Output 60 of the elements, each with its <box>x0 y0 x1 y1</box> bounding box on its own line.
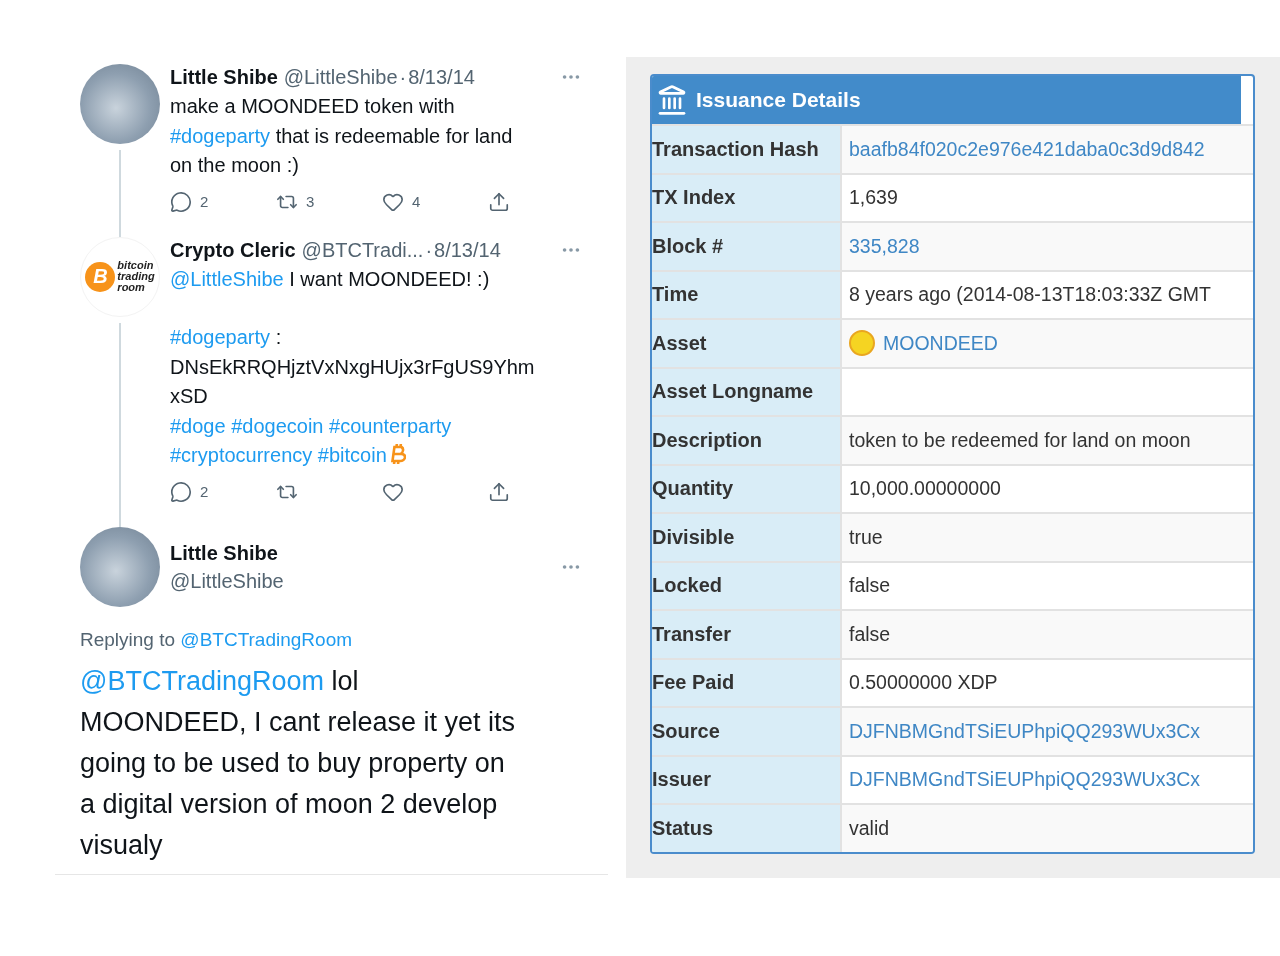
asset-link[interactable]: MOONDEED <box>883 331 998 355</box>
value-link[interactable]: DJFNBMGndTSiEUPhpiQQ293WUx3Cx <box>849 719 1201 743</box>
mention-link[interactable]: @BTCTradingRoom <box>180 628 353 650</box>
token-icon <box>849 330 875 357</box>
label-cell: Quantity <box>652 465 840 512</box>
author-handle[interactable]: @BTCTradi... <box>301 236 424 263</box>
label-cell: Divisible <box>652 514 840 561</box>
retweet-button[interactable]: 3 <box>276 190 382 213</box>
value-link[interactable]: baafb84f020c2e976e421daba0c3d9d842 <box>849 137 1205 161</box>
label-cell: Issuer <box>652 756 840 803</box>
hashtag-link[interactable]: #doge <box>170 414 226 437</box>
label-cell: Block # <box>652 223 840 270</box>
like-button[interactable]: 4 <box>382 190 488 213</box>
speech-bubble-icon <box>170 190 192 213</box>
reply-button[interactable]: 2 <box>170 190 276 213</box>
logo-text: bitcoin trading room <box>117 260 155 293</box>
card-title: Issuance Details <box>696 88 861 112</box>
upload-icon <box>488 480 510 503</box>
hashtag-link[interactable]: #dogeparty <box>170 326 271 348</box>
hashtag-link[interactable]: #dogecoin <box>231 414 324 437</box>
label-cell: Asset <box>652 320 840 367</box>
separator-dot: · <box>399 65 407 90</box>
label-cell: Transfer <box>652 611 840 658</box>
tweet-date[interactable]: 8/13/14 <box>408 64 475 90</box>
value-link[interactable]: DJFNBMGndTSiEUPhpiQQ293WUx3Cx <box>849 768 1201 792</box>
separator-dot: · <box>425 237 433 263</box>
hashtag-link[interactable]: #bitcoin <box>317 444 387 466</box>
label-cell: Status <box>652 805 840 852</box>
replying-to-text: Replying to @BTCTradingRoom <box>80 628 354 651</box>
label-cell: Source <box>652 708 840 755</box>
tweet-text: #dogeparty : DNsEkRRQHjztVxNxgHUjx3rFgUS9Yhm xSD #doge #dogecoin #counterparty #cryptocurrency #bitcoin <box>170 325 536 468</box>
value-cell: valid <box>840 805 1253 852</box>
author-handle[interactable]: @LittleShibe <box>283 64 398 90</box>
label-cell: Description <box>652 417 840 464</box>
tweet-text: @LittleShibe I want MOONDEED! :) <box>170 266 491 292</box>
reply-button[interactable]: 2 <box>170 480 276 503</box>
hashtag-link[interactable]: #cryptocurrency <box>170 444 313 466</box>
author-name[interactable]: Little Shibe <box>170 538 550 567</box>
speech-bubble-icon <box>170 480 192 503</box>
label-cell: TX Index <box>652 174 840 221</box>
hashtag-link[interactable]: #counterparty <box>329 414 452 437</box>
author-name[interactable]: Little Shibe <box>170 64 278 90</box>
tweet-text: @BTCTradingRoom lol MOONDEED, I cant release it yet its going to be used to buy property on a digital version of moon 2 develop visualy <box>80 664 517 862</box>
hashtag-link[interactable]: #dogeparty <box>170 124 271 147</box>
hashtag-link[interactable]: @BTCTradingRoom <box>80 665 324 696</box>
bank-icon <box>656 84 688 116</box>
upload-icon <box>488 190 510 213</box>
bitcoin-icon <box>389 443 406 465</box>
tweet-date[interactable]: 8/13/14 <box>434 236 501 263</box>
hashtag-link[interactable]: @LittleShibe <box>170 267 284 290</box>
author-name[interactable]: Crypto Cleric <box>170 236 296 263</box>
label-cell: Fee Paid <box>652 659 840 706</box>
label-cell: Transaction Hash <box>652 126 840 173</box>
author-handle[interactable]: @LittleShibe <box>170 566 550 595</box>
label-cell: Locked <box>652 562 840 609</box>
label-cell: Asset Longname <box>652 368 840 415</box>
label-cell: Time <box>652 271 840 318</box>
logo-mark: B <box>85 261 116 292</box>
tweet-text: make a MOONDEED token with #dogeparty that is redeemable for land on the moon :) <box>170 94 514 178</box>
value-link[interactable]: 335,828 <box>849 234 920 258</box>
